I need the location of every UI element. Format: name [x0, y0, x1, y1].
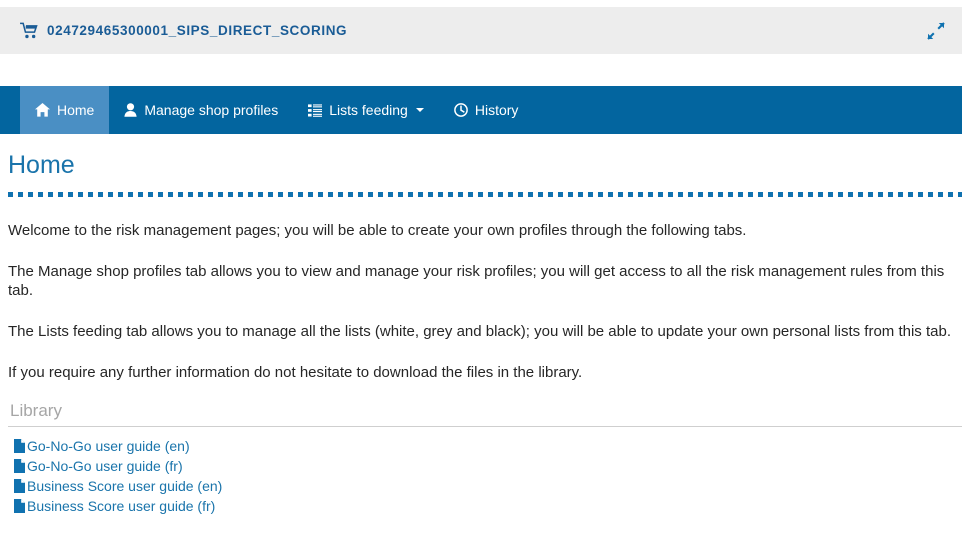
- file-document-icon: [14, 499, 25, 513]
- nav-item-history[interactable]: History: [439, 86, 534, 134]
- nav-item-lists-feeding[interactable]: Lists feeding: [293, 86, 439, 134]
- library-info-paragraph: If you require any further information d…: [8, 364, 583, 381]
- user-icon: [124, 103, 137, 117]
- nav-item-manage-shop-profiles[interactable]: Manage shop profiles: [109, 86, 293, 134]
- file-document-icon: [14, 479, 25, 493]
- shopping-cart-icon: [20, 22, 38, 39]
- nav-item-lists-feeding-label: Lists feeding: [329, 102, 408, 118]
- list-item: Business Score user guide (fr): [8, 496, 962, 516]
- page-content: Home Welcome to the risk management page…: [8, 150, 962, 516]
- library-link-go-no-go-fr[interactable]: Go-No-Go user guide (fr): [27, 456, 183, 476]
- library-link-business-score-en[interactable]: Business Score user guide (en): [27, 476, 222, 496]
- file-document-icon: [14, 459, 25, 473]
- list-item: Business Score user guide (en): [8, 476, 962, 496]
- home-icon: [35, 103, 50, 117]
- list-item: Go-No-Go user guide (en): [8, 436, 962, 456]
- library-link-business-score-fr[interactable]: Business Score user guide (fr): [27, 496, 215, 516]
- list-icon: [308, 103, 323, 117]
- merchant-header-bar: 024729465300001_SIPS_DIRECT_SCORING: [0, 7, 962, 54]
- library-link-list: Go-No-Go user guide (en) Go-No-Go user g…: [8, 427, 962, 516]
- nav-item-manage-shop-profiles-label: Manage shop profiles: [144, 102, 279, 118]
- file-document-icon: [14, 439, 25, 453]
- lists-feeding-paragraph: The Lists feeding tab allows you to mana…: [8, 323, 951, 340]
- nav-item-home[interactable]: Home: [20, 86, 110, 134]
- chevron-down-icon: [415, 108, 424, 112]
- clock-icon: [453, 103, 468, 117]
- library-link-go-no-go-en[interactable]: Go-No-Go user guide (en): [27, 436, 190, 456]
- library-section-heading: Library: [8, 401, 962, 427]
- expand-diagonal-icon[interactable]: [927, 21, 945, 40]
- manage-shop-profiles-paragraph: The Manage shop profiles tab allows you …: [8, 263, 945, 299]
- nav-item-history-label: History: [474, 102, 519, 118]
- merchant-identity: 024729465300001_SIPS_DIRECT_SCORING: [0, 22, 927, 39]
- merchant-id-label: 024729465300001_SIPS_DIRECT_SCORING: [47, 23, 348, 38]
- nav-item-home-label: Home: [57, 102, 95, 118]
- page-title: Home: [8, 151, 75, 179]
- intro-paragraph: Welcome to the risk management pages; yo…: [8, 222, 747, 239]
- list-item: Go-No-Go user guide (fr): [8, 456, 962, 476]
- main-navigation: Home Manage shop profiles Lists feeding …: [0, 86, 962, 134]
- dotted-divider: [8, 192, 962, 197]
